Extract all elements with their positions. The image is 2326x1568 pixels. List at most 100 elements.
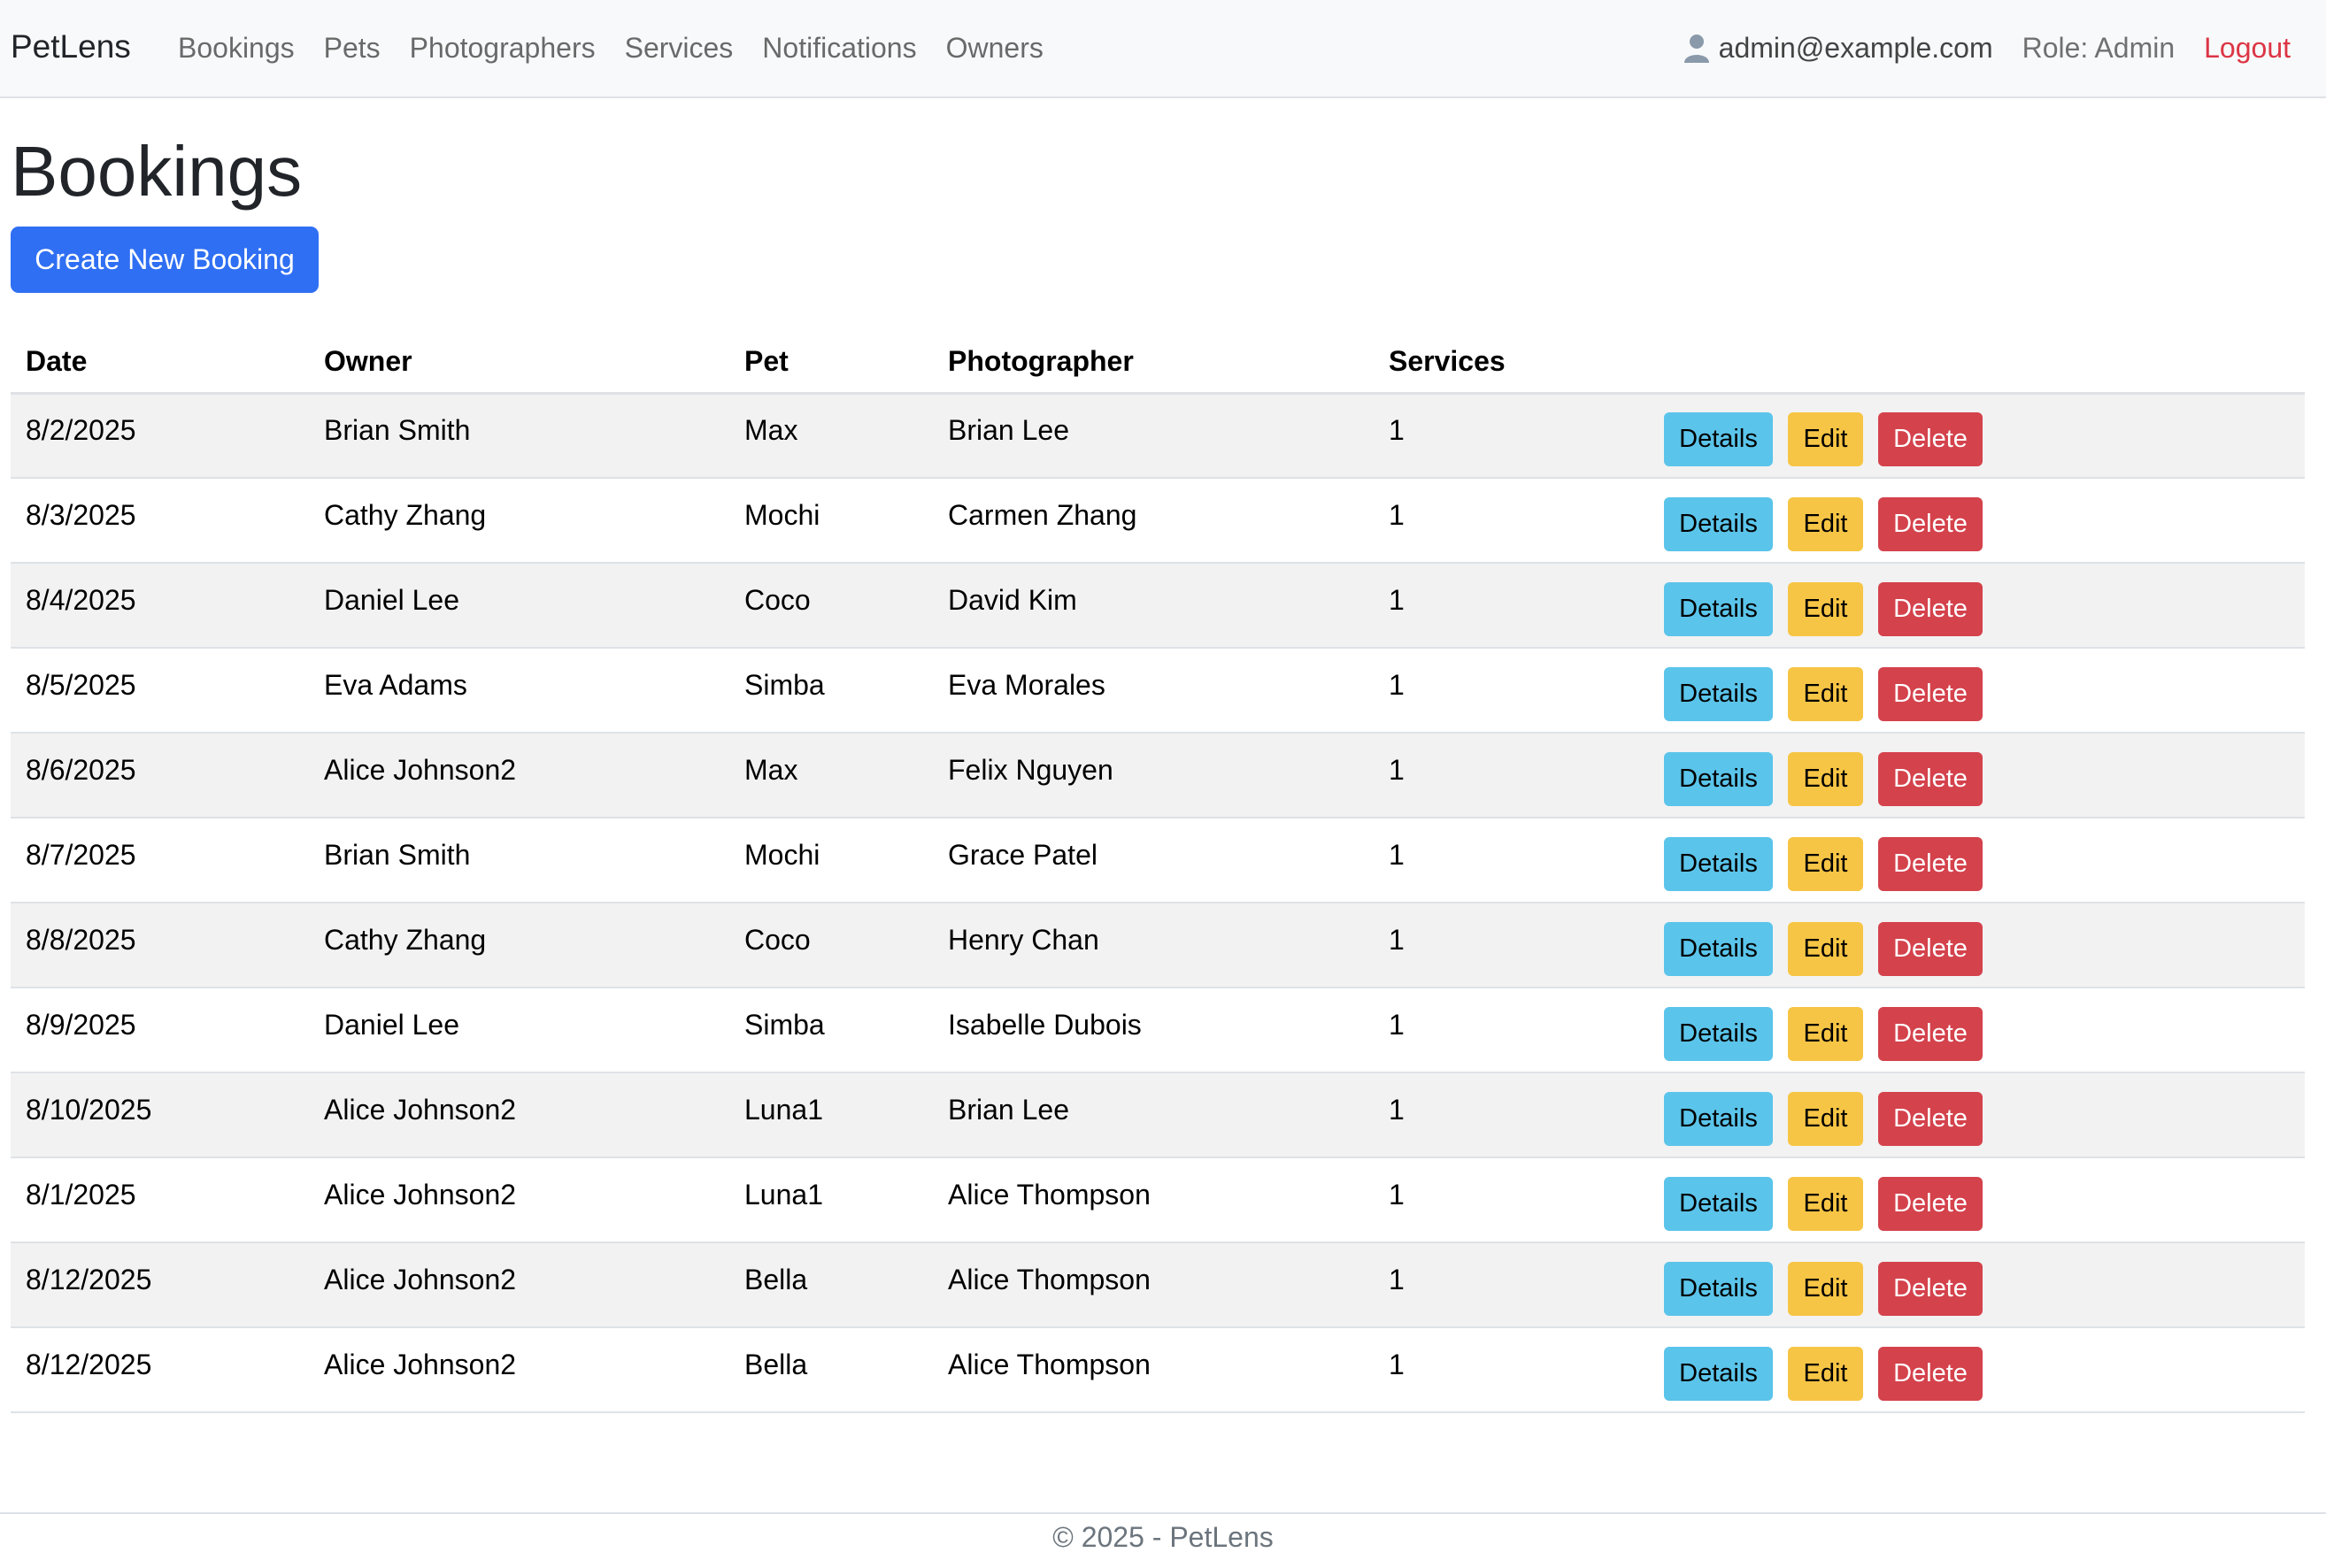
- details-button[interactable]: Details: [1664, 496, 1773, 551]
- cell-actions: Details Edit Delete: [1649, 563, 2305, 649]
- cell-photographer: Eva Morales: [933, 648, 1374, 734]
- cell-services: 1: [1374, 1242, 1649, 1328]
- edit-button[interactable]: Edit: [1788, 1176, 1863, 1231]
- cell-photographer: Felix Nguyen: [933, 733, 1374, 819]
- header-services: Services: [1374, 331, 1649, 395]
- cell-photographer: David Kim: [933, 563, 1374, 649]
- cell-owner: Alice Johnson2: [309, 1157, 729, 1243]
- details-button[interactable]: Details: [1664, 666, 1773, 721]
- cell-pet: Simba: [729, 648, 933, 734]
- cell-date: 8/1/2025: [11, 1157, 309, 1243]
- row-actions: Details Edit Delete: [1664, 575, 2305, 636]
- cell-photographer: Alice Thompson: [933, 1157, 1374, 1243]
- details-button[interactable]: Details: [1664, 1346, 1773, 1401]
- table-row: 8/1/2025 Alice Johnson2 Luna1 Alice Thompso…: [11, 1157, 2305, 1243]
- cell-pet: Mochi: [729, 478, 933, 564]
- cell-services: 1: [1374, 1327, 1649, 1413]
- cell-date: 8/5/2025: [11, 648, 309, 734]
- cell-services: 1: [1374, 733, 1649, 819]
- logout-link[interactable]: Logout: [2204, 28, 2291, 67]
- delete-button[interactable]: Delete: [1878, 921, 1983, 976]
- cell-actions: Details Edit Delete: [1649, 648, 2305, 734]
- delete-button[interactable]: Delete: [1878, 666, 1983, 721]
- table-row: 8/12/2025 Alice Johnson2 Bella Alice Thomps…: [11, 1327, 2305, 1413]
- cell-owner: Alice Johnson2: [309, 733, 729, 819]
- header-actions: [1649, 331, 2305, 395]
- delete-button[interactable]: Delete: [1878, 411, 1983, 466]
- row-actions: Details Edit Delete: [1664, 830, 2305, 891]
- edit-button[interactable]: Edit: [1788, 1346, 1863, 1401]
- delete-button[interactable]: Delete: [1878, 836, 1983, 891]
- cell-owner: Cathy Zhang: [309, 903, 729, 988]
- delete-button[interactable]: Delete: [1878, 581, 1983, 636]
- edit-button[interactable]: Edit: [1788, 496, 1863, 551]
- cell-photographer: Brian Lee: [933, 1072, 1374, 1158]
- details-button[interactable]: Details: [1664, 1176, 1773, 1231]
- table-row: 8/6/2025 Alice Johnson2 Max Felix Nguyen 1 De…: [11, 733, 2305, 819]
- details-button[interactable]: Details: [1664, 1006, 1773, 1061]
- row-actions: Details Edit Delete: [1664, 915, 2305, 976]
- edit-button[interactable]: Edit: [1788, 581, 1863, 636]
- cell-actions: Details Edit Delete: [1649, 1242, 2305, 1328]
- details-button[interactable]: Details: [1664, 1261, 1773, 1316]
- nav-link-photographers[interactable]: Photographers: [410, 28, 596, 67]
- nav-link-owners[interactable]: Owners: [946, 28, 1044, 67]
- person-icon: [1683, 35, 1709, 63]
- details-button[interactable]: Details: [1664, 836, 1773, 891]
- delete-button[interactable]: Delete: [1878, 1091, 1983, 1146]
- details-button[interactable]: Details: [1664, 921, 1773, 976]
- table-row: 8/10/2025 Alice Johnson2 Luna1 Brian Lee 1 De…: [11, 1072, 2305, 1158]
- delete-button[interactable]: Delete: [1878, 1261, 1983, 1316]
- cell-pet: Simba: [729, 988, 933, 1073]
- delete-button[interactable]: Delete: [1878, 751, 1983, 806]
- edit-button[interactable]: Edit: [1788, 836, 1863, 891]
- cell-date: 8/3/2025: [11, 478, 309, 564]
- delete-button[interactable]: Delete: [1878, 496, 1983, 551]
- header-date: Date: [11, 331, 309, 395]
- cell-services: 1: [1374, 393, 1649, 479]
- cell-pet: Luna1: [729, 1072, 933, 1158]
- details-button[interactable]: Details: [1664, 1091, 1773, 1146]
- edit-button[interactable]: Edit: [1788, 666, 1863, 721]
- create-booking-button[interactable]: Create New Booking: [11, 227, 319, 293]
- nav-link-services[interactable]: Services: [625, 28, 734, 67]
- cell-photographer: Alice Thompson: [933, 1242, 1374, 1328]
- row-actions: Details Edit Delete: [1664, 660, 2305, 721]
- details-button[interactable]: Details: [1664, 751, 1773, 806]
- delete-button[interactable]: Delete: [1878, 1006, 1983, 1061]
- nav-link-pets[interactable]: Pets: [324, 28, 381, 67]
- edit-button[interactable]: Edit: [1788, 751, 1863, 806]
- delete-button[interactable]: Delete: [1878, 1346, 1983, 1401]
- edit-button[interactable]: Edit: [1788, 1091, 1863, 1146]
- cell-date: 8/8/2025: [11, 903, 309, 988]
- nav-link-notifications[interactable]: Notifications: [762, 28, 916, 67]
- cell-photographer: Alice Thompson: [933, 1327, 1374, 1413]
- cell-photographer: Isabelle Dubois: [933, 988, 1374, 1073]
- details-button[interactable]: Details: [1664, 581, 1773, 636]
- cell-pet: Max: [729, 733, 933, 819]
- cell-owner: Alice Johnson2: [309, 1327, 729, 1413]
- cell-services: 1: [1374, 1157, 1649, 1243]
- delete-button[interactable]: Delete: [1878, 1176, 1983, 1231]
- cell-services: 1: [1374, 988, 1649, 1073]
- cell-services: 1: [1374, 1072, 1649, 1158]
- brand-link[interactable]: PetLens: [11, 27, 131, 66]
- table-row: 8/9/2025 Daniel Lee Simba Isabelle Dubois 1 D…: [11, 988, 2305, 1073]
- table-row: 8/7/2025 Brian Smith Mochi Grace Patel 1 Deta…: [11, 818, 2305, 903]
- details-button[interactable]: Details: [1664, 411, 1773, 466]
- edit-button[interactable]: Edit: [1788, 411, 1863, 466]
- cell-actions: Details Edit Delete: [1649, 988, 2305, 1073]
- nav-links: Bookings Pets Photographers Services Not…: [178, 28, 1073, 67]
- footer-text: © 2025 - PetLens: [1052, 1521, 1274, 1553]
- cell-actions: Details Edit Delete: [1649, 733, 2305, 819]
- nav-link-bookings[interactable]: Bookings: [178, 28, 295, 67]
- edit-button[interactable]: Edit: [1788, 1261, 1863, 1316]
- header-pet: Pet: [729, 331, 933, 395]
- edit-button[interactable]: Edit: [1788, 921, 1863, 976]
- cell-services: 1: [1374, 903, 1649, 988]
- header-owner: Owner: [309, 331, 729, 395]
- cell-pet: Coco: [729, 563, 933, 649]
- edit-button[interactable]: Edit: [1788, 1006, 1863, 1061]
- footer: © 2025 - PetLens: [0, 1512, 2326, 1568]
- cell-owner: Daniel Lee: [309, 563, 729, 649]
